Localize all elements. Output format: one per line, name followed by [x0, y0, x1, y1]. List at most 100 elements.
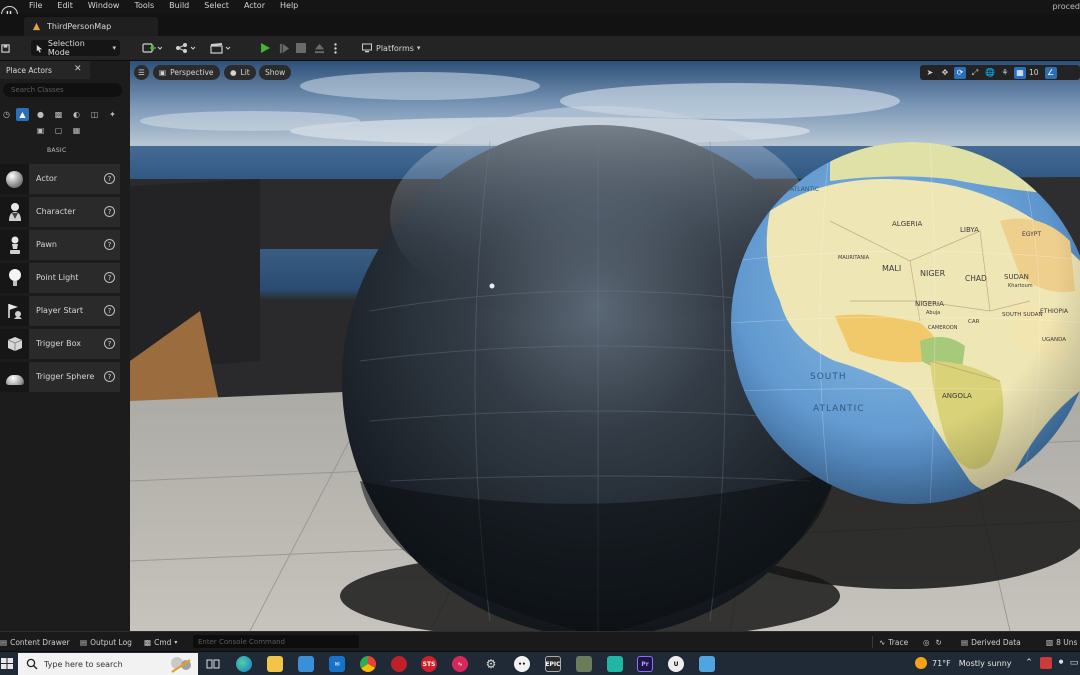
cmd-dropdown[interactable]: ▩ Cmd ▾ — [144, 636, 177, 648]
cinematic-icon[interactable]: ▩ — [52, 108, 65, 121]
menu-build[interactable]: Build — [169, 1, 189, 10]
trigger-box-icon — [0, 329, 29, 359]
actor-item-character[interactable]: Character ? — [0, 197, 120, 227]
shapes-icon[interactable]: ▢ — [52, 124, 65, 137]
hamburger-icon: ☰ — [138, 68, 145, 77]
view-mode-dropdown[interactable]: ● Lit — [224, 65, 256, 80]
help-icon[interactable]: ? — [104, 371, 115, 382]
trace-label: Trace — [888, 637, 909, 647]
task-view-icon[interactable] — [205, 656, 221, 672]
microphone-icon[interactable]: ⚫ — [1055, 657, 1067, 669]
all-classes-icon[interactable]: ▣ — [34, 124, 47, 137]
app-tools-icon[interactable] — [576, 656, 592, 672]
perspective-dropdown[interactable]: ▣ Perspective — [153, 65, 220, 80]
help-icon[interactable]: ? — [104, 206, 115, 217]
output-log-button[interactable]: ▤ Output Log — [80, 636, 132, 648]
actor-item-actor[interactable]: Actor ? — [0, 164, 120, 194]
scale-icon[interactable]: ⤢ — [969, 67, 981, 79]
app-tray-icon[interactable] — [1040, 657, 1052, 669]
settings-icon[interactable]: ⚙ — [483, 656, 499, 672]
show-dropdown[interactable]: Show — [259, 65, 292, 80]
level-tab[interactable]: ThirdPersonMap — [24, 17, 158, 36]
geometry-icon[interactable]: ◫ — [88, 108, 101, 121]
menu-actor[interactable]: Actor — [244, 1, 265, 10]
weather-widget[interactable]: 71°F Mostly sunny — [915, 657, 1012, 669]
volumes-icon[interactable]: ✦ — [106, 108, 119, 121]
app-red-icon[interactable] — [391, 656, 407, 672]
taskbar-search-input[interactable]: Type here to search — [18, 653, 198, 675]
grid-snap-value[interactable]: 10 — [1029, 68, 1039, 77]
translate-icon[interactable]: ✥ — [939, 67, 951, 79]
rotate-icon[interactable]: ⟳ — [954, 66, 966, 79]
actor-item-trigger-sphere[interactable]: Trigger Sphere ? — [0, 362, 120, 392]
add-content-button[interactable] — [140, 40, 164, 56]
advance-frame-button[interactable] — [277, 40, 291, 56]
play-button[interactable] — [257, 40, 273, 56]
help-icon[interactable]: ? — [104, 305, 115, 316]
unsaved-icon: ▧ — [1046, 637, 1054, 647]
visual-effects-icon[interactable]: ◐ — [70, 108, 83, 121]
level-viewport[interactable]: ALGERIA LIBYA EGYPT MALI NIGER CHAD SUDA… — [130, 61, 1080, 631]
menu-select[interactable]: Select — [204, 1, 229, 10]
console-command-placeholder: Enter Console Command — [198, 637, 286, 646]
help-icon[interactable]: ? — [104, 272, 115, 283]
stop-button[interactable] — [295, 40, 307, 56]
help-icon[interactable]: ? — [104, 173, 115, 184]
close-icon[interactable]: ✕ — [74, 64, 82, 74]
menu-help[interactable]: Help — [280, 1, 298, 10]
app-pulse-icon[interactable]: ∿ — [452, 656, 468, 672]
mail-icon[interactable]: ✉ — [329, 656, 345, 672]
search-classes-input[interactable]: Search Classes — [3, 83, 122, 97]
edge-icon[interactable] — [236, 656, 252, 672]
lights-icon[interactable]: ● — [34, 108, 47, 121]
menu-file[interactable]: File — [29, 1, 42, 10]
app-sts-icon[interactable]: STS — [421, 656, 437, 672]
viewport-options-button[interactable]: ☰ — [134, 65, 149, 80]
actor-item-trigger-box[interactable]: Trigger Box ? — [0, 329, 120, 359]
premiere-icon[interactable]: Pr — [637, 656, 653, 672]
epic-games-icon[interactable]: EPIC — [545, 656, 561, 672]
level-icon — [32, 22, 41, 31]
actor-item-point-light[interactable]: Point Light ? — [0, 263, 120, 293]
display-icon[interactable]: ▭ — [1068, 657, 1080, 669]
world-space-icon[interactable]: 🌐 — [984, 67, 996, 79]
actor-item-player-start[interactable]: Player Start ? — [0, 296, 120, 326]
blueprints-icon[interactable]: ▦ — [70, 124, 83, 137]
unsaved-button[interactable]: ▧ 8 Uns — [1046, 636, 1077, 648]
help-icon[interactable]: ? — [104, 239, 115, 250]
more-options-icon[interactable] — [331, 40, 339, 56]
surface-snap-icon[interactable]: ⚘ — [999, 67, 1011, 79]
actor-item-pawn[interactable]: Pawn ? — [0, 230, 120, 260]
help-icon[interactable]: ? — [104, 338, 115, 349]
trace-icon: ∿ — [879, 637, 886, 647]
eject-button[interactable] — [312, 40, 326, 56]
cinematics-button[interactable] — [209, 40, 235, 56]
save-icon[interactable] — [0, 40, 10, 56]
unreal-engine-icon[interactable]: U — [668, 656, 684, 672]
app-blue-icon[interactable] — [699, 656, 715, 672]
chevron-up-icon[interactable]: ⌃ — [1023, 657, 1035, 669]
snap-settings-button[interactable] — [173, 40, 199, 56]
app-teal-icon[interactable] — [607, 656, 623, 672]
main-menu: File Edit Window Tools Build Select Acto… — [29, 1, 313, 10]
trace-button[interactable]: ∿ Trace — [879, 636, 908, 648]
content-drawer-button[interactable]: ▤ Content Drawer — [0, 636, 70, 648]
app-dots-icon[interactable]: •• — [514, 656, 530, 672]
grid-snap-icon[interactable]: ▦ — [1014, 66, 1026, 79]
chrome-icon[interactable] — [360, 656, 376, 672]
menu-tools[interactable]: Tools — [134, 1, 154, 10]
rotation-snap-icon[interactable]: ∠ — [1044, 66, 1057, 79]
menu-window[interactable]: Window — [88, 1, 120, 10]
derived-data-button[interactable]: ▤ Derived Data — [961, 636, 1021, 648]
select-mode-icon[interactable]: ➤ — [924, 67, 936, 79]
console-command-input[interactable]: Enter Console Command — [193, 635, 359, 648]
windows-start-icon[interactable] — [0, 657, 14, 670]
basic-shapes-icon[interactable]: ▲ — [16, 108, 29, 121]
selection-mode-dropdown[interactable]: Selection Mode ▾ — [31, 39, 120, 57]
store-icon[interactable] — [298, 656, 314, 672]
file-explorer-icon[interactable] — [267, 656, 283, 672]
platforms-dropdown[interactable]: Platforms ▾ — [362, 40, 426, 56]
recent-icon[interactable]: ◷ — [0, 108, 13, 121]
revision-control-button[interactable]: ◎ ↻ — [923, 636, 942, 648]
menu-edit[interactable]: Edit — [57, 1, 73, 10]
